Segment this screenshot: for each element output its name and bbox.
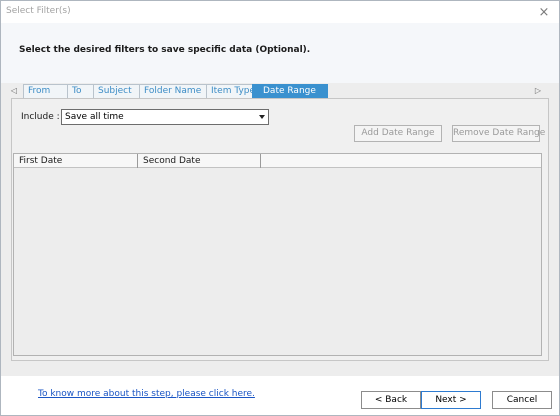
tab-folder-name[interactable]: Folder Name [139, 84, 207, 98]
scroll-left-icon[interactable]: ◁ [9, 86, 19, 96]
help-link[interactable]: To know more about this step, please cli… [38, 389, 255, 399]
tab-from[interactable]: From [23, 84, 68, 98]
title-bar: Select Filter(s) × [1, 1, 559, 23]
select-filters-dialog: Select Filter(s) × Select the desired fi… [0, 0, 560, 416]
date-range-grid: First Date Second Date [13, 153, 542, 356]
cancel-button[interactable]: Cancel [492, 391, 552, 409]
tab-subject[interactable]: Subject [93, 84, 140, 98]
tab-item-type[interactable]: Item Type [206, 84, 255, 98]
include-label: Include : [21, 112, 60, 122]
grid-header: First Date Second Date [14, 154, 541, 168]
add-date-range-button[interactable]: Add Date Range [354, 125, 442, 142]
remove-date-range-button[interactable]: Remove Date Range [452, 125, 545, 142]
include-selected-value: Save all time [65, 112, 124, 122]
include-dropdown[interactable]: Save all time [61, 109, 269, 125]
filter-tabstrip: From To Subject Folder Name Item Type Da… [23, 84, 328, 98]
back-button[interactable]: < Back [361, 391, 421, 409]
column-first-date[interactable]: First Date [14, 154, 138, 168]
chevron-down-icon[interactable] [259, 115, 265, 119]
close-icon[interactable]: × [529, 1, 559, 23]
scroll-right-icon[interactable]: ▷ [533, 86, 543, 96]
window-title: Select Filter(s) [6, 6, 71, 16]
tab-date-range[interactable]: Date Range [252, 84, 328, 98]
instruction-text: Select the desired filters to save speci… [19, 45, 311, 55]
next-button[interactable]: Next > [421, 391, 481, 409]
tab-to[interactable]: To [67, 84, 94, 98]
column-second-date[interactable]: Second Date [138, 154, 261, 168]
